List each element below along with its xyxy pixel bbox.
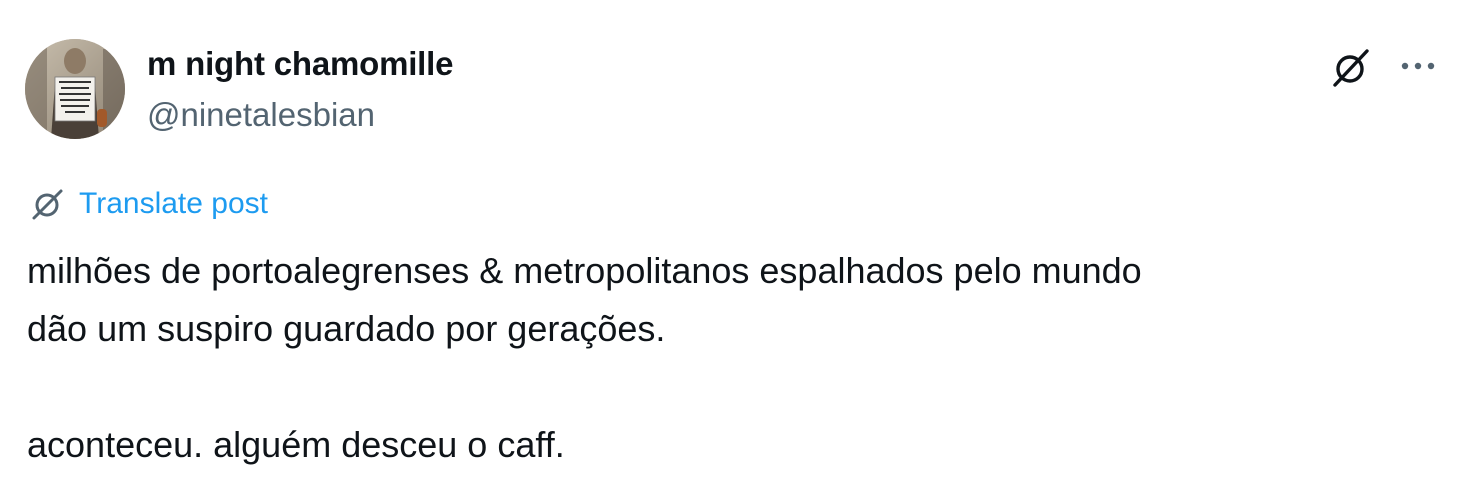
translate-post-label: Translate post [79,187,268,220]
translate-icon [32,189,63,220]
post-text-line: milhões de portoalegrenses & metropolita… [27,250,1142,291]
post-text-line: aconteceu. alguém desceu o caff. [27,424,565,465]
grok-icon [1333,49,1369,87]
author-handle[interactable]: @ninetalesbian [147,95,375,135]
more-dots-icon [1401,62,1435,70]
avatar[interactable] [25,39,125,139]
tweet: m night chamomille @ninetalesbian Transl… [0,0,1476,498]
post-text-line: dão um suspiro guardado por gerações. [27,308,666,349]
translate-post-link[interactable]: Translate post [28,184,268,224]
grok-button[interactable] [1328,44,1376,92]
post-text: milhões de portoalegrenses & metropolita… [27,242,1447,474]
avatar-photo [25,39,125,139]
author-display-name[interactable]: m night chamomille [147,44,453,84]
more-options-button[interactable] [1394,46,1442,86]
